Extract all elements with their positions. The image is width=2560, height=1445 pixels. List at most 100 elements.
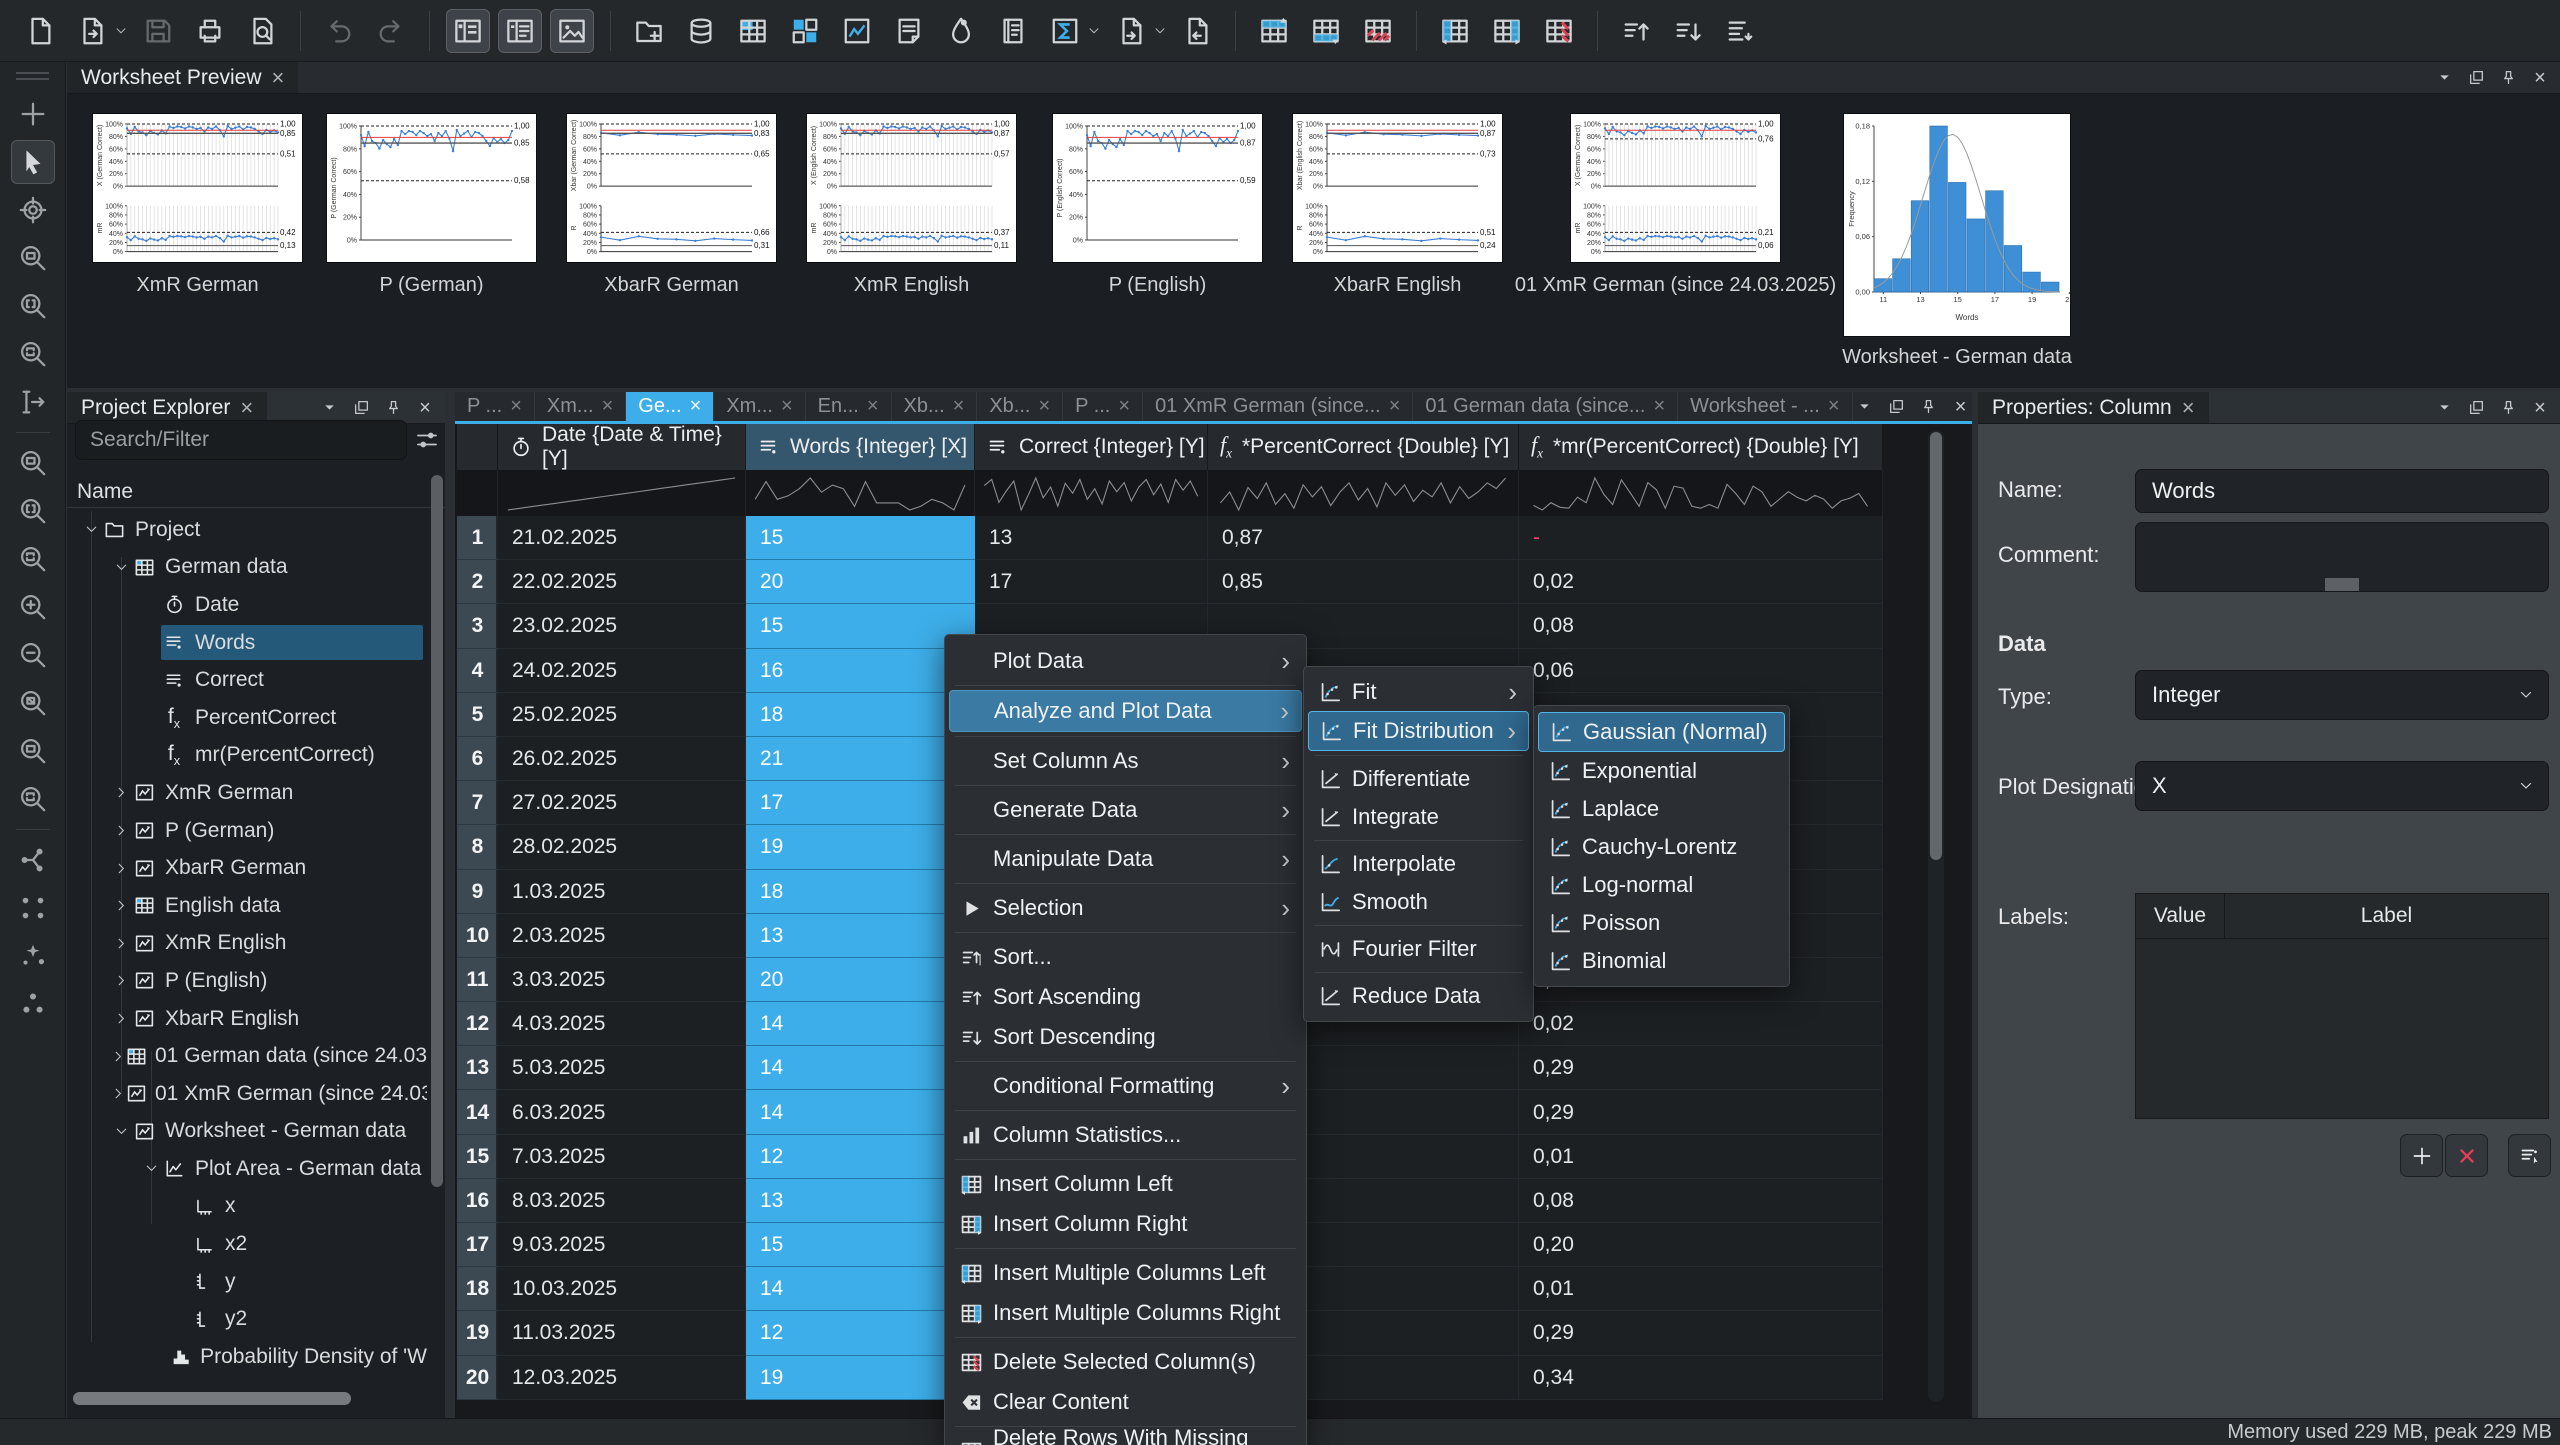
- tree-item-worksheet-german-data[interactable]: Worksheet - German data: [67, 1113, 427, 1151]
- sheet-tab-xm[interactable]: Xm...×: [714, 392, 805, 421]
- menu-item-set-column-as[interactable]: Set Column As›: [949, 741, 1302, 781]
- cell-date[interactable]: 10.03.2025: [498, 1267, 746, 1311]
- pin-panel-icon[interactable]: [381, 396, 405, 420]
- sheet-tab-xm[interactable]: Xm...×: [535, 392, 626, 421]
- distribution-item-log-normal[interactable]: Log-normal: [1538, 866, 1785, 904]
- close-icon[interactable]: ×: [953, 395, 965, 418]
- zoom-x-select-tool[interactable]: [11, 284, 55, 328]
- worksheet-thumbnail[interactable]: 100%80%60%40%20%0%1,000,870,57100%80%60%…: [807, 114, 1016, 262]
- redo-button[interactable]: [369, 9, 413, 53]
- cell-words[interactable]: 20: [746, 958, 975, 1002]
- cell-words[interactable]: 21: [746, 737, 975, 781]
- cell-words[interactable]: 15: [746, 604, 975, 648]
- worksheet-thumbnail[interactable]: 0,180,120,060,00111315171921WordsFrequen…: [1844, 114, 2070, 336]
- cell-words[interactable]: 19: [746, 825, 975, 869]
- tree-name-header[interactable]: Name: [67, 476, 445, 508]
- row-number[interactable]: 14: [457, 1090, 498, 1134]
- sheet-scrollbar-thumb[interactable]: [1930, 432, 1942, 860]
- zoom-select-2-tool[interactable]: [11, 441, 55, 485]
- new-spreadsheet-button[interactable]: [731, 9, 775, 53]
- batch-edit-labels-button[interactable]: [2508, 1134, 2551, 1177]
- labels-value-header[interactable]: Value: [2136, 894, 2225, 938]
- close-icon[interactable]: ×: [272, 65, 285, 91]
- column-header-words[interactable]: Words {Integer} [X]: [746, 424, 975, 470]
- cell-correct[interactable]: 17: [975, 560, 1208, 604]
- distribution-item-exponential[interactable]: Exponential: [1538, 752, 1785, 790]
- menu-item-sort-ascending[interactable]: Sort Ascending: [949, 977, 1302, 1017]
- close-icon[interactable]: ×: [1038, 395, 1050, 418]
- cell-date[interactable]: 28.02.2025: [498, 825, 746, 869]
- tree-item-xbarr-german[interactable]: XbarR German: [67, 849, 427, 887]
- panel-menu-icon[interactable]: [2432, 396, 2456, 420]
- cell-mr[interactable]: 0,08: [1519, 604, 1883, 648]
- menu-item-insert-multiple-columns-right[interactable]: Insert Multiple Columns Right: [949, 1293, 1302, 1333]
- tree-item-x[interactable]: x: [67, 1188, 427, 1226]
- new-folder-button[interactable]: [627, 9, 671, 53]
- cell-mr[interactable]: 0,01: [1519, 1267, 1883, 1311]
- cell-date[interactable]: 6.03.2025: [498, 1090, 746, 1134]
- type-select[interactable]: Integer: [2135, 670, 2549, 720]
- properties-tab[interactable]: Properties: Column ×: [1978, 392, 2209, 423]
- submenu-item-reduce-data[interactable]: Reduce Data: [1308, 977, 1529, 1015]
- float-panel-icon[interactable]: [2464, 66, 2488, 90]
- close-panel-icon[interactable]: ×: [2528, 66, 2552, 90]
- menu-item-sort-descending[interactable]: Sort Descending: [949, 1017, 1302, 1057]
- cell-date[interactable]: 12.03.2025: [498, 1356, 746, 1400]
- row-number[interactable]: 6: [457, 737, 498, 781]
- expand-icon[interactable]: [111, 1086, 126, 1101]
- pin-panel-icon[interactable]: [2496, 396, 2520, 420]
- menu-item-generate-data[interactable]: Generate Data›: [949, 790, 1302, 830]
- zoom-in-tool[interactable]: [11, 585, 55, 629]
- cell-date[interactable]: 1.03.2025: [498, 870, 746, 914]
- toggle-worksheet-preview-button[interactable]: [550, 9, 594, 53]
- cell-words[interactable]: 14: [746, 1267, 975, 1311]
- close-icon[interactable]: ×: [1828, 395, 1840, 418]
- row-number[interactable]: 10: [457, 914, 498, 958]
- branch-points-tool[interactable]: [11, 838, 55, 882]
- menu-item-insert-multiple-columns-left[interactable]: Insert Multiple Columns Left: [949, 1253, 1302, 1293]
- column-comment-field[interactable]: [2135, 522, 2549, 592]
- tree-item-date[interactable]: Date: [67, 586, 427, 624]
- tree-item-mr-percentcorrect[interactable]: fxmr(PercentCorrect): [67, 737, 427, 775]
- import-button[interactable]: [1109, 9, 1153, 53]
- expand-icon[interactable]: [111, 936, 131, 951]
- zoom-x-select-2-tool[interactable]: [11, 489, 55, 533]
- new-worksheet-button[interactable]: [835, 9, 879, 53]
- tree-item-project[interactable]: Project: [67, 511, 427, 549]
- sheet-tab-p[interactable]: P ...×: [1063, 392, 1143, 421]
- tree-item-plot-area-german-data[interactable]: Plot Area - German data: [67, 1150, 427, 1188]
- cell-mr[interactable]: 0,29: [1519, 1090, 1883, 1134]
- menu-item-clear-content[interactable]: Clear Content: [949, 1382, 1302, 1422]
- cell-mr[interactable]: 0,01: [1519, 1135, 1883, 1179]
- row-number[interactable]: 4: [457, 649, 498, 693]
- cell-date[interactable]: 24.02.2025: [498, 649, 746, 693]
- new-project-button[interactable]: [18, 9, 62, 53]
- tree-item-p-english[interactable]: P (English): [67, 962, 427, 1000]
- cell-percentcorrect[interactable]: 0,87: [1208, 516, 1519, 560]
- sheet-tab-01-german-data-since[interactable]: 01 German data (since...×: [1413, 392, 1678, 421]
- zoom-y-select-2-tool[interactable]: [11, 537, 55, 581]
- row-number[interactable]: 2: [457, 560, 498, 604]
- close-panel-icon[interactable]: ×: [413, 396, 437, 420]
- zoom-fit-height-tool[interactable]: [11, 777, 55, 821]
- cell-words[interactable]: 12: [746, 1311, 975, 1355]
- open-project-button[interactable]: [70, 9, 114, 53]
- grid-points-tool[interactable]: [11, 886, 55, 930]
- tree-item-01-german-data-since-24-03-2[interactable]: 01 German data (since 24.03.2: [67, 1037, 427, 1075]
- new-matrix-button[interactable]: [783, 9, 827, 53]
- cell-words[interactable]: 14: [746, 1090, 975, 1134]
- toggle-project-explorer-button[interactable]: [446, 9, 490, 53]
- sort-ascending-button[interactable]: [1614, 9, 1658, 53]
- close-icon[interactable]: ×: [1653, 395, 1665, 418]
- crosshair-tool[interactable]: [11, 188, 55, 232]
- tree-item-correct[interactable]: Correct: [67, 661, 427, 699]
- row-number[interactable]: 7: [457, 781, 498, 825]
- expand-icon[interactable]: [111, 1011, 131, 1026]
- expand-icon[interactable]: [111, 898, 131, 913]
- close-icon[interactable]: ×: [240, 395, 253, 421]
- submenu-item-differentiate[interactable]: Differentiate: [1308, 760, 1529, 798]
- cell-mr[interactable]: 0,20: [1519, 1223, 1883, 1267]
- cell-words[interactable]: 12: [746, 1135, 975, 1179]
- tree-item-probability-density-of-w[interactable]: Probability Density of 'W: [67, 1338, 427, 1376]
- row-number[interactable]: 12: [457, 1002, 498, 1046]
